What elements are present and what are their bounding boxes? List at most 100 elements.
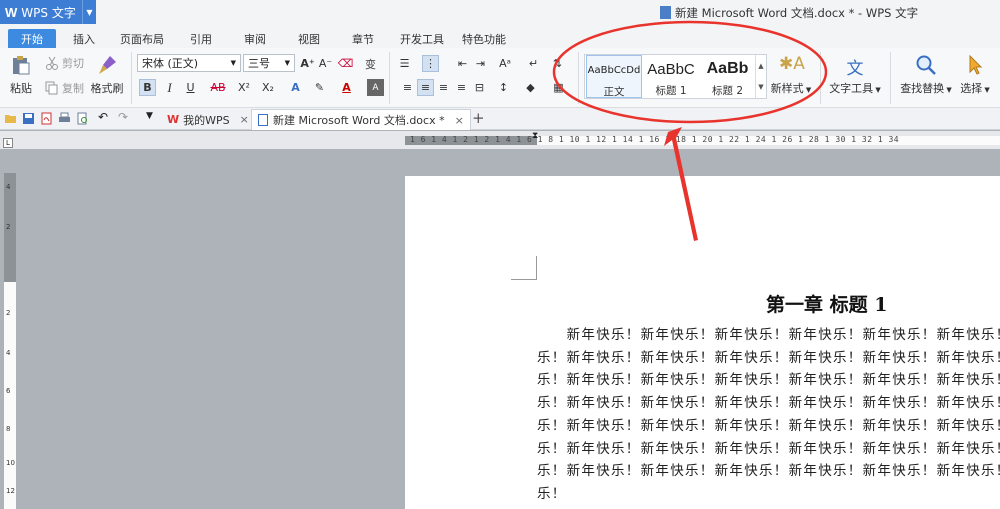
divider <box>578 52 579 104</box>
copy-icon <box>45 81 58 95</box>
print-preview-icon[interactable] <box>76 112 89 125</box>
subscript-button[interactable]: X₂ <box>259 79 277 96</box>
undo-icon[interactable]: ↶ <box>98 110 111 124</box>
save-icon[interactable] <box>22 112 35 125</box>
align-right-icon[interactable]: ≡ <box>435 79 452 96</box>
new-tab-button[interactable]: + <box>472 109 485 127</box>
ribbon-tabs: 开始 插入 页面布局 引用 审阅 视图 章节 开发工具 特色功能 <box>0 26 1000 50</box>
document-icon <box>660 6 671 19</box>
text-tools-button[interactable]: 文 文字工具 ▼ <box>828 54 882 96</box>
shading-icon[interactable]: ◆ <box>522 79 539 96</box>
export-pdf-icon[interactable] <box>40 112 53 125</box>
font-size-select[interactable]: 三号 ▼ <box>243 54 295 72</box>
tab-page-layout[interactable]: 页面布局 <box>120 31 164 47</box>
distribute-icon[interactable]: ⊟ <box>471 79 488 96</box>
font-family-select[interactable]: 宋体 (正文) ▼ <box>137 54 241 72</box>
format-painter-button[interactable]: 格式刷 <box>90 54 124 96</box>
sort-icon[interactable]: ⇅ <box>549 55 566 72</box>
ruler-number: 4 <box>6 183 11 191</box>
wps-logo-icon: W <box>167 113 180 126</box>
open-folder-icon[interactable] <box>4 112 17 125</box>
magnifier-icon <box>916 55 936 75</box>
bullet-list-icon[interactable]: ☰ <box>396 55 413 72</box>
paste-button[interactable]: 粘贴 <box>6 54 36 96</box>
text-line: 新年快乐！新年快乐！新年快乐！新年快乐！新年快乐！新年快乐！ <box>537 327 1000 343</box>
line-spacing-icon[interactable]: ↕ <box>495 79 512 96</box>
text-line: 乐！新年快乐！新年快乐！新年快乐！新年快乐！新年快乐！新年快乐！ <box>537 463 1000 480</box>
horizontal-ruler[interactable]: 1 6 1 4 1 2 1 2 1 4 1 6 1 8 1 10 1 12 1 … <box>0 131 1000 149</box>
tab-stop-selector[interactable]: L <box>3 138 13 148</box>
increase-indent-icon[interactable]: ⇥ <box>472 55 489 72</box>
title-bar: W WPS 文字 ▼ 新建 Microsoft Word 文档.docx * -… <box>0 0 1000 26</box>
select-button[interactable]: 选择 ▼ <box>956 54 994 96</box>
chevron-down-icon[interactable]: ▼ <box>758 83 763 91</box>
shrink-font-icon[interactable]: A⁻ <box>317 55 334 72</box>
chevron-up-icon[interactable]: ▲ <box>758 62 763 70</box>
text-line: 乐！新年快乐！新年快乐！新年快乐！新年快乐！新年快乐！新年快乐！ <box>537 395 1000 412</box>
chevron-down-icon[interactable]: ▼ <box>146 111 159 124</box>
close-icon[interactable]: × <box>455 114 464 127</box>
window-title: 新建 Microsoft Word 文档.docx * - WPS 文字 <box>660 5 918 21</box>
text-line: 乐！新年快乐！新年快乐！新年快乐！新年快乐！新年快乐！新年快乐！ <box>537 417 1000 434</box>
doc-tab-my-wps[interactable]: W 我的WPS × <box>161 109 255 130</box>
print-icon[interactable] <box>58 112 71 125</box>
cut-button[interactable]: 剪切 <box>45 55 84 71</box>
tab-review[interactable]: 审阅 <box>244 31 266 47</box>
tab-view[interactable]: 视图 <box>298 31 320 47</box>
brush-icon <box>99 56 116 74</box>
quick-access-and-doc-tabs: ↶ ↷ ▼ W 我的WPS × 新建 Microsoft Word 文档.doc… <box>0 108 1000 130</box>
phonetic-guide-icon[interactable]: 变 <box>362 55 379 72</box>
tab-special-features[interactable]: 特色功能 <box>462 31 506 47</box>
highlight-icon[interactable]: ✎ <box>311 79 328 96</box>
new-style-button[interactable]: ✱A 新样式 ▼ <box>768 54 814 96</box>
gallery-scroll[interactable]: ▲ ▼ <box>755 55 766 98</box>
find-replace-button[interactable]: 查找替换 ▼ <box>898 54 954 96</box>
show-marks-icon[interactable]: ↵ <box>525 55 542 72</box>
text-line: 乐！新年快乐！新年快乐！新年快乐！新年快乐！新年快乐！新年快乐！ <box>537 349 1000 366</box>
justify-icon[interactable]: ≡ <box>453 79 470 96</box>
strikethrough-button[interactable]: AB <box>208 79 228 96</box>
wps-logo-icon: W <box>5 4 18 20</box>
redo-icon[interactable]: ↷ <box>118 110 131 124</box>
ruler-numbers: 1 6 1 4 1 2 1 2 1 4 1 6 1 8 1 10 1 12 1 … <box>410 135 900 144</box>
ruler-number: 6 <box>6 387 11 395</box>
document-body[interactable]: 新年快乐！新年快乐！新年快乐！新年快乐！新年快乐！新年快乐！ 乐！新年快乐！新年… <box>537 324 1000 506</box>
chevron-down-icon[interactable]: ▼ <box>82 0 96 24</box>
grow-font-icon[interactable]: A⁺ <box>299 55 316 72</box>
copy-button[interactable]: 复制 <box>45 80 84 96</box>
tab-references[interactable]: 引用 <box>190 31 212 47</box>
decrease-indent-icon[interactable]: ⇤ <box>454 55 471 72</box>
align-left-icon[interactable]: ≡ <box>399 79 416 96</box>
ruler-number: 10 <box>6 459 15 467</box>
close-icon[interactable]: × <box>240 113 249 126</box>
change-case-icon[interactable]: Aᵃ <box>494 55 516 72</box>
align-center-icon[interactable]: ≡ <box>417 79 434 96</box>
styles-gallery: AaBbCcDd 正文 AaBbC 标题 1 AaBb 标题 2 ▲ ▼ <box>584 54 767 99</box>
wps-app-menu-button[interactable]: W WPS 文字 ▼ <box>0 0 96 24</box>
bold-button[interactable]: B <box>139 79 156 96</box>
divider <box>131 52 132 104</box>
borders-icon[interactable]: ▦ <box>550 79 567 96</box>
vertical-ruler[interactable]: 4 2 2 4 6 8 10 12 <box>4 173 16 509</box>
indent-marker-icon[interactable]: ⧗ <box>532 131 538 141</box>
tab-home[interactable]: 开始 <box>8 29 56 50</box>
doc-tab-current[interactable]: 新建 Microsoft Word 文档.docx * × <box>251 109 471 130</box>
ruler-number: 4 <box>6 349 11 357</box>
tab-chapter[interactable]: 章节 <box>352 31 374 47</box>
new-style-icon: ✱A <box>779 54 805 74</box>
italic-button[interactable]: I <box>161 79 178 96</box>
style-heading-2[interactable]: AaBb 标题 2 <box>700 55 755 98</box>
tab-insert[interactable]: 插入 <box>73 31 95 47</box>
style-normal[interactable]: AaBbCcDd 正文 <box>586 55 642 98</box>
text-line: 乐！新年快乐！新年快乐！新年快乐！新年快乐！新年快乐！新年快乐！ <box>537 372 1000 389</box>
superscript-button[interactable]: X² <box>235 79 253 96</box>
font-color-icon[interactable]: A <box>338 79 355 96</box>
numbered-list-icon[interactable]: ⋮ <box>422 55 439 72</box>
document-heading[interactable]: 第一章 标题 1 <box>766 290 887 317</box>
text-effect-icon[interactable]: A <box>287 79 304 96</box>
tab-developer[interactable]: 开发工具 <box>400 31 444 47</box>
char-shading-icon[interactable]: A <box>367 79 384 96</box>
clear-format-icon[interactable]: ⌫ <box>337 55 354 72</box>
underline-button[interactable]: U <box>182 79 199 96</box>
style-heading-1[interactable]: AaBbC 标题 1 <box>643 55 699 98</box>
